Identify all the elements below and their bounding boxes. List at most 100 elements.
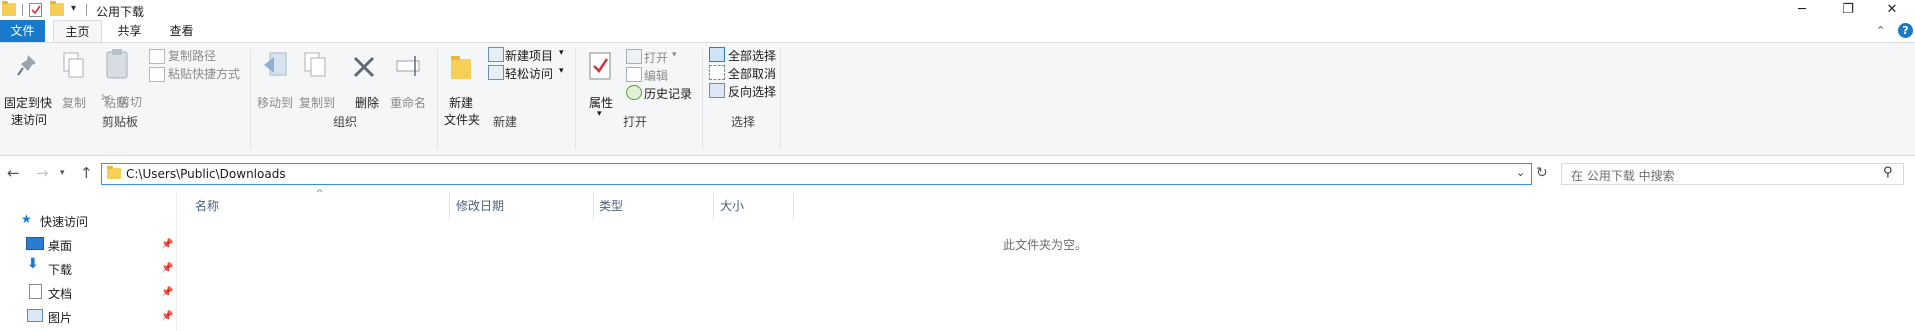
new-folder-quick-icon[interactable] (50, 1, 64, 16)
divider (250, 49, 251, 149)
forward-arrow-icon[interactable]: → (36, 164, 49, 182)
new-folder-label2[interactable]: 文件夹 (444, 111, 480, 128)
pin-quick-access-label2[interactable]: 速访问 (11, 111, 47, 128)
nav-quick-access[interactable]: 快速访问 (40, 213, 88, 230)
paste-shortcut-icon (149, 67, 165, 82)
easy-access-icon (488, 65, 504, 80)
copy-button[interactable]: 复制 (62, 94, 86, 111)
customize-quick-access-icon[interactable]: ▾ (71, 3, 76, 14)
select-none-icon (709, 65, 725, 80)
easy-access-button[interactable]: 轻松访问 (505, 65, 553, 82)
folder-icon (2, 1, 16, 16)
move-to-button[interactable]: 移动到 (257, 94, 293, 111)
nav-item-pictures[interactable]: 图片 (48, 309, 72, 326)
nav-item-desktop[interactable]: 桌面 (48, 237, 72, 254)
divider (449, 192, 450, 220)
pin-icon[interactable]: 📌 (161, 263, 173, 274)
empty-folder-message: 此文件夹为空。 (1003, 238, 1088, 252)
divider (575, 49, 576, 149)
pin-quick-access-label1[interactable]: 固定到快 (4, 94, 52, 111)
column-header-type[interactable]: 类型 (599, 197, 623, 214)
chevron-down-icon[interactable]: ▾ (559, 48, 564, 58)
column-header-size[interactable]: 大小 (720, 197, 744, 214)
documents-icon (29, 284, 42, 299)
desktop-icon (26, 237, 44, 250)
title-bar: ▾ 公用下载 ─ ❐ ✕ (0, 0, 1915, 20)
close-button[interactable]: ✕ (1869, 0, 1915, 20)
back-arrow-icon[interactable]: ← (7, 164, 20, 182)
maximize-button[interactable]: ❐ (1825, 0, 1871, 20)
divider (22, 4, 23, 16)
collapse-ribbon-icon[interactable]: ⌃ (1876, 24, 1885, 37)
help-icon[interactable]: ? (1898, 23, 1913, 38)
navigation-pane: ★ 快速访问 桌面 📌 ⬇ 下载 📌 文档 📌 图片 📌 (0, 192, 177, 331)
nav-item-downloads[interactable]: 下载 (48, 261, 72, 278)
address-path[interactable]: C:\Users\Public\Downloads (126, 167, 286, 181)
group-label-clipboard: 剪贴板 (101, 115, 138, 129)
select-all-button[interactable]: 全部选择 (728, 47, 776, 64)
copy-path-button[interactable]: 复制路径 (168, 47, 216, 64)
divider (780, 49, 781, 149)
divider (702, 49, 703, 149)
group-label-organize: 组织 (332, 115, 357, 129)
tab-home[interactable]: 主页 (53, 20, 102, 43)
group-label-open: 打开 (622, 115, 647, 129)
delete-button[interactable]: 删除 (355, 94, 379, 111)
navigation-bar: ← → ▾ ↑ C:\Users\Public\Downloads ⌄ ↻ 在 … (0, 156, 1915, 192)
copy-path-icon (149, 49, 165, 64)
open-icon (626, 49, 642, 64)
window-title: 公用下载 (96, 5, 145, 19)
open-button[interactable]: 打开 (644, 49, 668, 66)
up-arrow-icon[interactable]: ↑ (80, 164, 93, 182)
rename-icon (395, 53, 423, 82)
minimize-button[interactable]: ─ (1779, 0, 1825, 20)
group-label-select: 选择 (730, 115, 755, 129)
chevron-down-icon[interactable]: ▾ (672, 50, 677, 60)
select-all-icon (709, 47, 725, 62)
rename-button[interactable]: 重命名 (390, 94, 426, 111)
recent-locations-icon[interactable]: ▾ (60, 168, 65, 178)
edit-button[interactable]: 编辑 (644, 67, 668, 84)
history-button[interactable]: 历史记录 (644, 85, 692, 102)
properties-quick-icon[interactable] (29, 3, 42, 17)
tab-share[interactable]: 共享 (106, 20, 153, 42)
nav-item-documents[interactable]: 文档 (48, 285, 72, 302)
star-icon: ★ (21, 212, 32, 226)
new-item-button[interactable]: 新建项目 (505, 47, 553, 64)
column-header-date-modified[interactable]: 修改日期 (456, 197, 504, 214)
folder-icon (107, 166, 121, 179)
address-dropdown-icon[interactable]: ⌄ (1516, 166, 1525, 179)
select-none-button[interactable]: 全部取消 (728, 65, 776, 82)
history-icon (626, 85, 642, 100)
pin-icon[interactable]: 📌 (161, 239, 173, 250)
chevron-down-icon[interactable]: ▾ (559, 66, 564, 76)
ribbon: 固定到快 速访问 复制 粘贴 复制路径 粘贴快捷方式 ✂ 剪切 剪贴板 移动到 … (0, 42, 1915, 156)
invert-selection-button[interactable]: 反向选择 (728, 83, 776, 100)
search-icon[interactable]: ⚲ (1883, 165, 1893, 180)
tab-view[interactable]: 查看 (158, 20, 205, 42)
divider (793, 192, 794, 220)
pin-icon[interactable]: 📌 (161, 311, 173, 322)
copy-to-button[interactable]: 复制到 (299, 94, 335, 111)
pictures-icon (27, 309, 43, 322)
column-header-name[interactable]: 名称 (195, 197, 219, 214)
new-folder-label1[interactable]: 新建 (449, 94, 473, 111)
pin-icon[interactable]: 📌 (161, 287, 173, 298)
address-bar[interactable]: C:\Users\Public\Downloads ⌄ (101, 163, 1532, 185)
cut-button[interactable]: 剪切 (118, 93, 142, 110)
divider (713, 192, 714, 220)
invert-selection-icon (709, 83, 725, 98)
tab-file[interactable]: 文件 (0, 20, 45, 42)
paste-icon (104, 47, 130, 84)
pin-icon (16, 53, 38, 82)
divider (593, 192, 594, 220)
refresh-icon[interactable]: ↻ (1536, 165, 1548, 181)
group-label-new: 新建 (492, 115, 517, 129)
new-folder-icon (449, 53, 475, 84)
ribbon-tabs: 文件 主页 共享 查看 ⌃ ? (0, 20, 1915, 43)
edit-icon (626, 67, 642, 82)
paste-shortcut-button[interactable]: 粘贴快捷方式 (168, 65, 240, 82)
chevron-down-icon[interactable]: ▾ (597, 109, 602, 119)
move-to-icon (262, 51, 290, 84)
search-input[interactable]: 在 公用下载 中搜索 ⚲ (1561, 163, 1904, 185)
